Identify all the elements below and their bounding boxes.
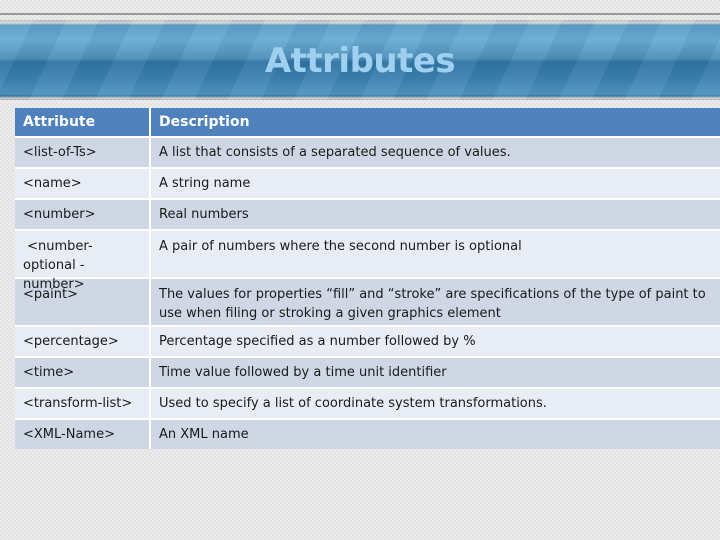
header-description: Description: [159, 114, 250, 130]
table-row: <transform-list> Used to specify a list …: [15, 389, 720, 420]
table-row: <paint> The values for properties “fill”…: [15, 279, 720, 327]
attribute-cell: <number>: [15, 200, 151, 229]
description-cell: Real numbers: [159, 207, 249, 222]
attributes-table: Attribute Description <list-of-Ts> A lis…: [15, 108, 720, 449]
table-row: <time> Time value followed by a time uni…: [15, 358, 720, 389]
table-row: <number> Real numbers: [15, 200, 720, 231]
table-row: <list-of-Ts> A list that consists of a s…: [15, 138, 720, 169]
description-cell: Percentage specified as a number followe…: [159, 334, 476, 349]
attribute-cell: <paint>: [15, 279, 151, 325]
table-row: <percentage> Percentage specified as a n…: [15, 327, 720, 358]
description-cell: A pair of numbers where the second numbe…: [159, 239, 522, 254]
description-cell: A string name: [159, 176, 251, 191]
attribute-cell: <list-of-Ts>: [15, 138, 151, 167]
table-header-row: Attribute Description: [15, 108, 720, 138]
header-attribute: Attribute: [15, 108, 151, 136]
attribute-cell: <percentage>: [15, 327, 151, 356]
attribute-cell: <transform-list>: [15, 389, 151, 418]
table-row: <name> A string name: [15, 169, 720, 200]
description-cell: Used to specify a list of coordinate sys…: [159, 396, 547, 411]
attribute-cell: <XML-Name>: [15, 420, 151, 449]
description-cell: Time value followed by a time unit ident…: [159, 365, 447, 380]
top-divider: [0, 13, 720, 15]
table-row: <XML-Name> An XML name: [15, 420, 720, 449]
description-cell: The values for properties “fill” and “st…: [159, 287, 706, 321]
attribute-cell: <number-optional -number>: [15, 231, 151, 292]
attribute-cell: <name>: [15, 169, 151, 198]
table-row: <number-optional -number> A pair of numb…: [15, 231, 720, 292]
description-cell: An XML name: [159, 427, 249, 442]
attribute-cell: <time>: [15, 358, 151, 387]
description-cell: A list that consists of a separated sequ…: [159, 145, 511, 160]
slide-title: Attributes: [264, 41, 456, 81]
